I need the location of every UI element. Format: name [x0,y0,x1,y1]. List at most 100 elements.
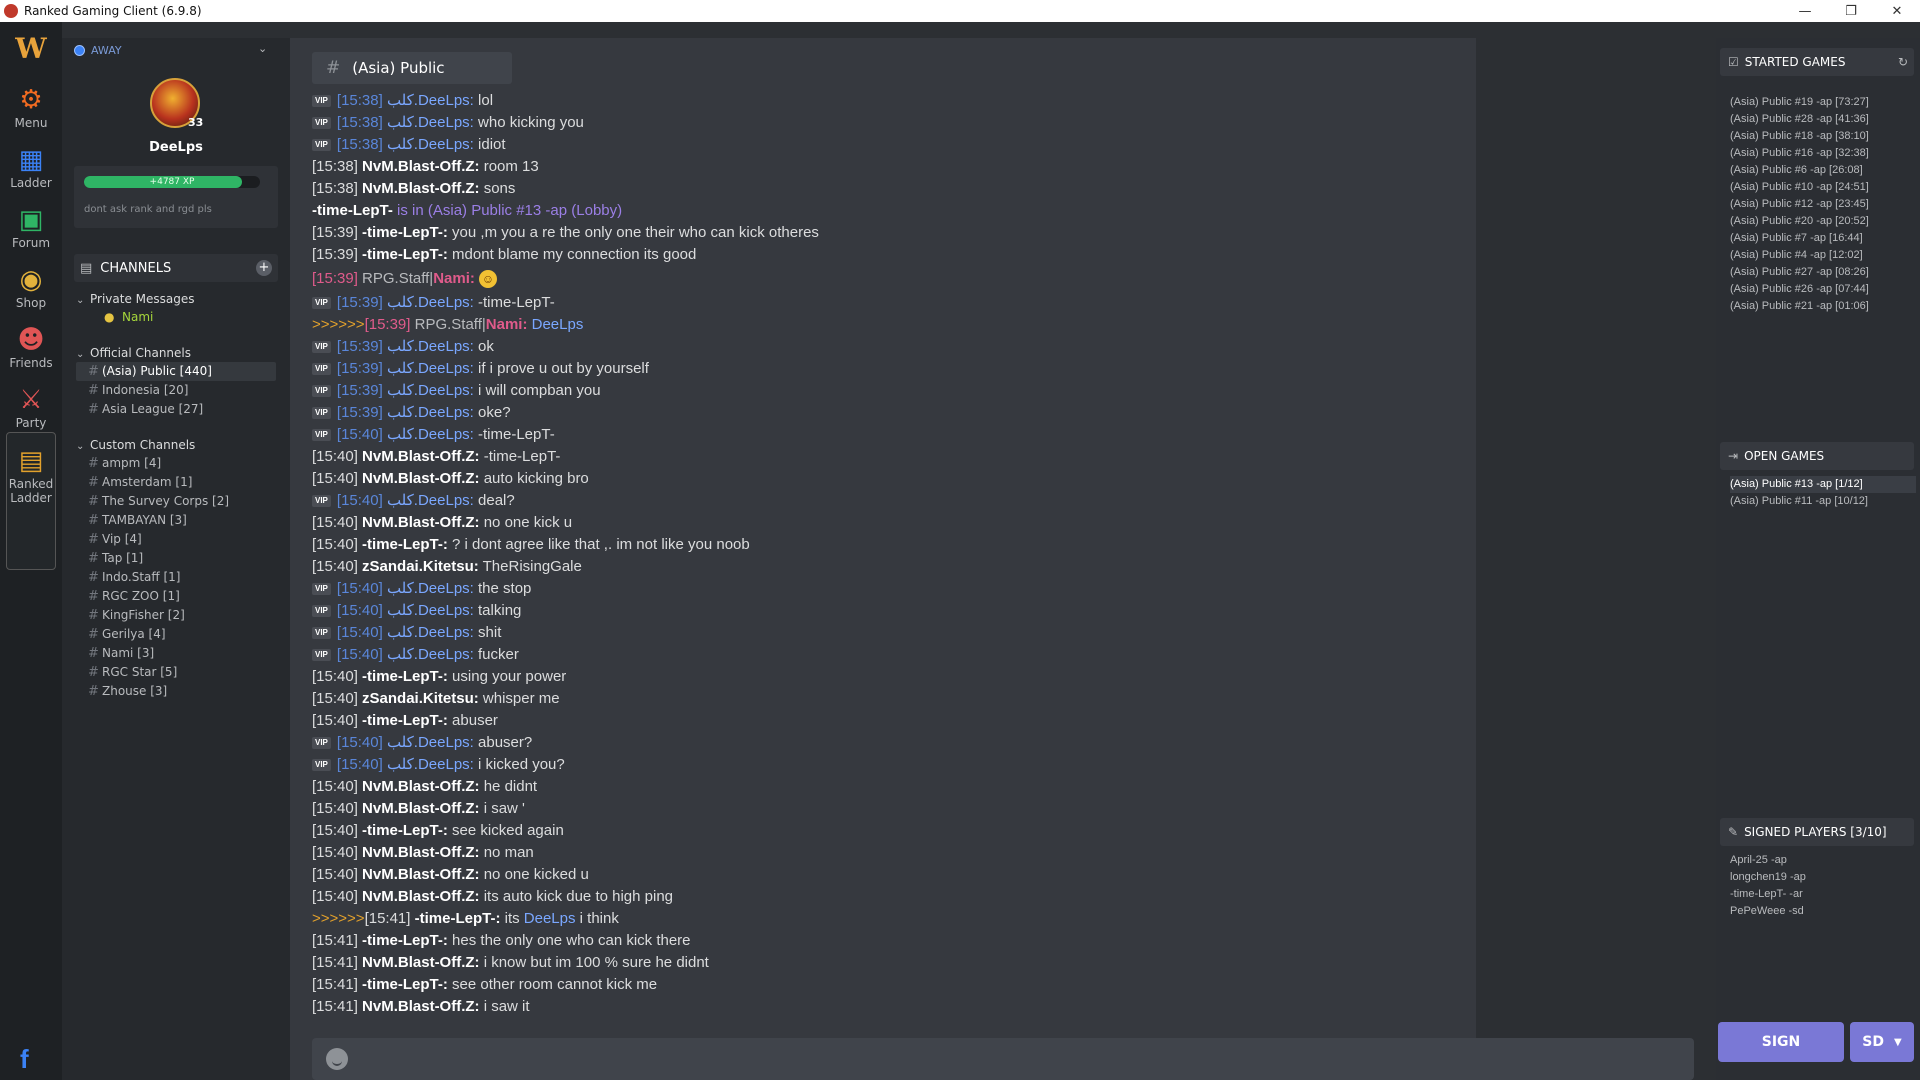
game-item[interactable]: (Asia) Public #10 -ap [24:51] [1730,179,1916,196]
message-author[interactable]: -time-LepT- [312,202,393,219]
channel-item[interactable]: # Indo.Staff [1] [76,568,286,587]
mention-text[interactable]: DeeLps [524,910,576,927]
message-author[interactable]: -time-LepT-: [362,668,448,685]
message-author[interactable]: -time-LepT-: [362,822,448,839]
maximize-icon[interactable]: ❐ [1828,0,1874,22]
game-item[interactable]: (Asia) Public #19 -ap [73:27] [1730,94,1916,111]
facebook-icon[interactable]: f [20,1044,29,1075]
channel-item[interactable]: # TAMBAYAN [3] [76,511,286,530]
chat-input[interactable] [312,1038,1694,1080]
game-item[interactable]: (Asia) Public #11 -ap [10/12] [1730,493,1916,510]
message-author[interactable]: -time-LepT-: [362,536,448,553]
game-item[interactable]: (Asia) Public #13 -ap [1/12] [1730,476,1916,493]
game-item[interactable]: (Asia) Public #20 -ap [20:52] [1730,213,1916,230]
message-author[interactable]: Nami: [486,316,528,333]
chevron-down-icon[interactable]: ⌄ [258,42,267,55]
message-author[interactable]: كلب.DeeLps: [387,382,474,399]
refresh-icon[interactable]: ↻ [1898,55,1908,69]
message-author[interactable]: كلب.DeeLps: [387,492,474,509]
message-author[interactable]: NvM.Blast-Off.Z: [362,158,480,175]
channel-item[interactable]: # ampm [4] [76,454,286,473]
private-messages-title[interactable]: ⌄ Private Messages [76,290,286,308]
message-author[interactable]: NvM.Blast-Off.Z: [362,844,480,861]
message-author[interactable]: NvM.Blast-Off.Z: [362,448,480,465]
nav-shop[interactable]: ◉ Shop [0,258,62,318]
pm-item[interactable]: ● Nami [76,308,286,326]
message-author[interactable]: NvM.Blast-Off.Z: [362,180,480,197]
channel-item[interactable]: # Nami [3] [76,644,286,663]
emoji-icon[interactable] [326,1048,348,1070]
game-item[interactable]: (Asia) Public #7 -ap [16:44] [1730,230,1916,247]
message-author[interactable]: NvM.Blast-Off.Z: [362,954,480,971]
message-author[interactable]: NvM.Blast-Off.Z: [362,998,480,1015]
channel-item[interactable]: # Zhouse [3] [76,682,286,701]
mention-text[interactable]: DeeLps [532,316,584,333]
message-author[interactable]: كلب.DeeLps: [387,114,474,131]
status-selector[interactable]: AWAY [74,44,122,57]
message-author[interactable]: NvM.Blast-Off.Z: [362,514,480,531]
game-item[interactable]: (Asia) Public #27 -ap [08:26] [1730,264,1916,281]
game-item[interactable]: (Asia) Public #4 -ap [12:02] [1730,247,1916,264]
close-icon[interactable]: ✕ [1874,0,1920,22]
message-author[interactable]: NvM.Blast-Off.Z: [362,888,480,905]
channel-item[interactable]: # Amsterdam [1] [76,473,286,492]
message-author[interactable]: zSandai.Kitetsu: [362,558,479,575]
add-channel-icon[interactable]: + [256,260,272,276]
message-author[interactable]: كلب.DeeLps: [387,294,474,311]
message-author[interactable]: كلب.DeeLps: [387,338,474,355]
message-author[interactable]: كلب.DeeLps: [387,602,474,619]
channel-item[interactable]: # The Survey Corps [2] [76,492,286,511]
message-author[interactable]: -time-LepT-: [362,224,448,241]
message-author[interactable]: -time-LepT-: [415,910,501,927]
message-author[interactable]: كلب.DeeLps: [387,734,474,751]
message-author[interactable]: zSandai.Kitetsu: [362,690,479,707]
channel-item[interactable]: # RGC Star [5] [76,663,286,682]
message-author[interactable]: كلب.DeeLps: [387,136,474,153]
nav-ranked-ladder[interactable]: ▤ Ranked Ladder [0,438,62,514]
chat-log[interactable]: VIP [15:38] كلب.DeeLps: lol VIP [15:38] كلب… [312,90,1462,1050]
channel-item[interactable]: # Indonesia [20] [76,381,286,400]
game-item[interactable]: (Asia) Public #12 -ap [23:45] [1730,196,1916,213]
nav-forum[interactable]: ▣ Forum [0,198,62,258]
message-author[interactable]: -time-LepT-: [362,932,448,949]
channel-item[interactable]: # Vip [4] [76,530,286,549]
mode-select[interactable]: SD ▼ [1850,1022,1914,1062]
message-author[interactable]: NvM.Blast-Off.Z: [362,800,480,817]
channel-item[interactable]: # (Asia) Public [440] [76,362,276,381]
game-item[interactable]: (Asia) Public #21 -ap [01:06] [1730,298,1916,315]
message-author[interactable]: -time-LepT-: [362,976,448,993]
tab-asia-public[interactable]: # (Asia) Public [312,52,512,84]
message-author[interactable]: كلب.DeeLps: [387,360,474,377]
message-author[interactable]: كلب.DeeLps: [387,624,474,641]
minimize-icon[interactable]: — [1782,0,1828,22]
nav-party[interactable]: ⚔ Party [0,378,62,438]
message-author[interactable]: كلب.DeeLps: [387,92,474,109]
channel-item[interactable]: # Asia League [27] [76,400,286,419]
message-author[interactable]: NvM.Blast-Off.Z: [362,778,480,795]
message-author[interactable]: كلب.DeeLps: [387,756,474,773]
message-author[interactable]: Nami: [433,270,475,287]
message-author[interactable]: كلب.DeeLps: [387,580,474,597]
nav-ladder[interactable]: ▦ Ladder [0,138,62,198]
game-item[interactable]: (Asia) Public #16 -ap [32:38] [1730,145,1916,162]
message-author[interactable]: كلب.DeeLps: [387,404,474,421]
nav-friends[interactable]: ☻ Friends [0,318,62,378]
game-item[interactable]: (Asia) Public #26 -ap [07:44] [1730,281,1916,298]
channel-item[interactable]: # RGC ZOO [1] [76,587,286,606]
channel-item[interactable]: # KingFisher [2] [76,606,286,625]
message-author[interactable]: NvM.Blast-Off.Z: [362,470,480,487]
official-channels-title[interactable]: ⌄ Official Channels [76,344,286,362]
message-author[interactable]: -time-LepT-: [362,712,448,729]
channel-item[interactable]: # Gerilya [4] [76,625,286,644]
channel-item[interactable]: # Tap [1] [76,549,286,568]
game-item[interactable]: (Asia) Public #18 -ap [38:10] [1730,128,1916,145]
game-item[interactable]: (Asia) Public #28 -ap [41:36] [1730,111,1916,128]
message-author[interactable]: NvM.Blast-Off.Z: [362,866,480,883]
nav-menu[interactable]: ⚙ Menu [0,78,62,138]
status-message[interactable]: dont ask rank and rgd pls [84,204,212,215]
game-item[interactable]: (Asia) Public #6 -ap [26:08] [1730,162,1916,179]
sign-button[interactable]: SIGN [1718,1022,1844,1062]
message-author[interactable]: -time-LepT-: [362,246,448,263]
message-author[interactable]: كلب.DeeLps: [387,646,474,663]
custom-channels-title[interactable]: ⌄ Custom Channels [76,436,286,454]
